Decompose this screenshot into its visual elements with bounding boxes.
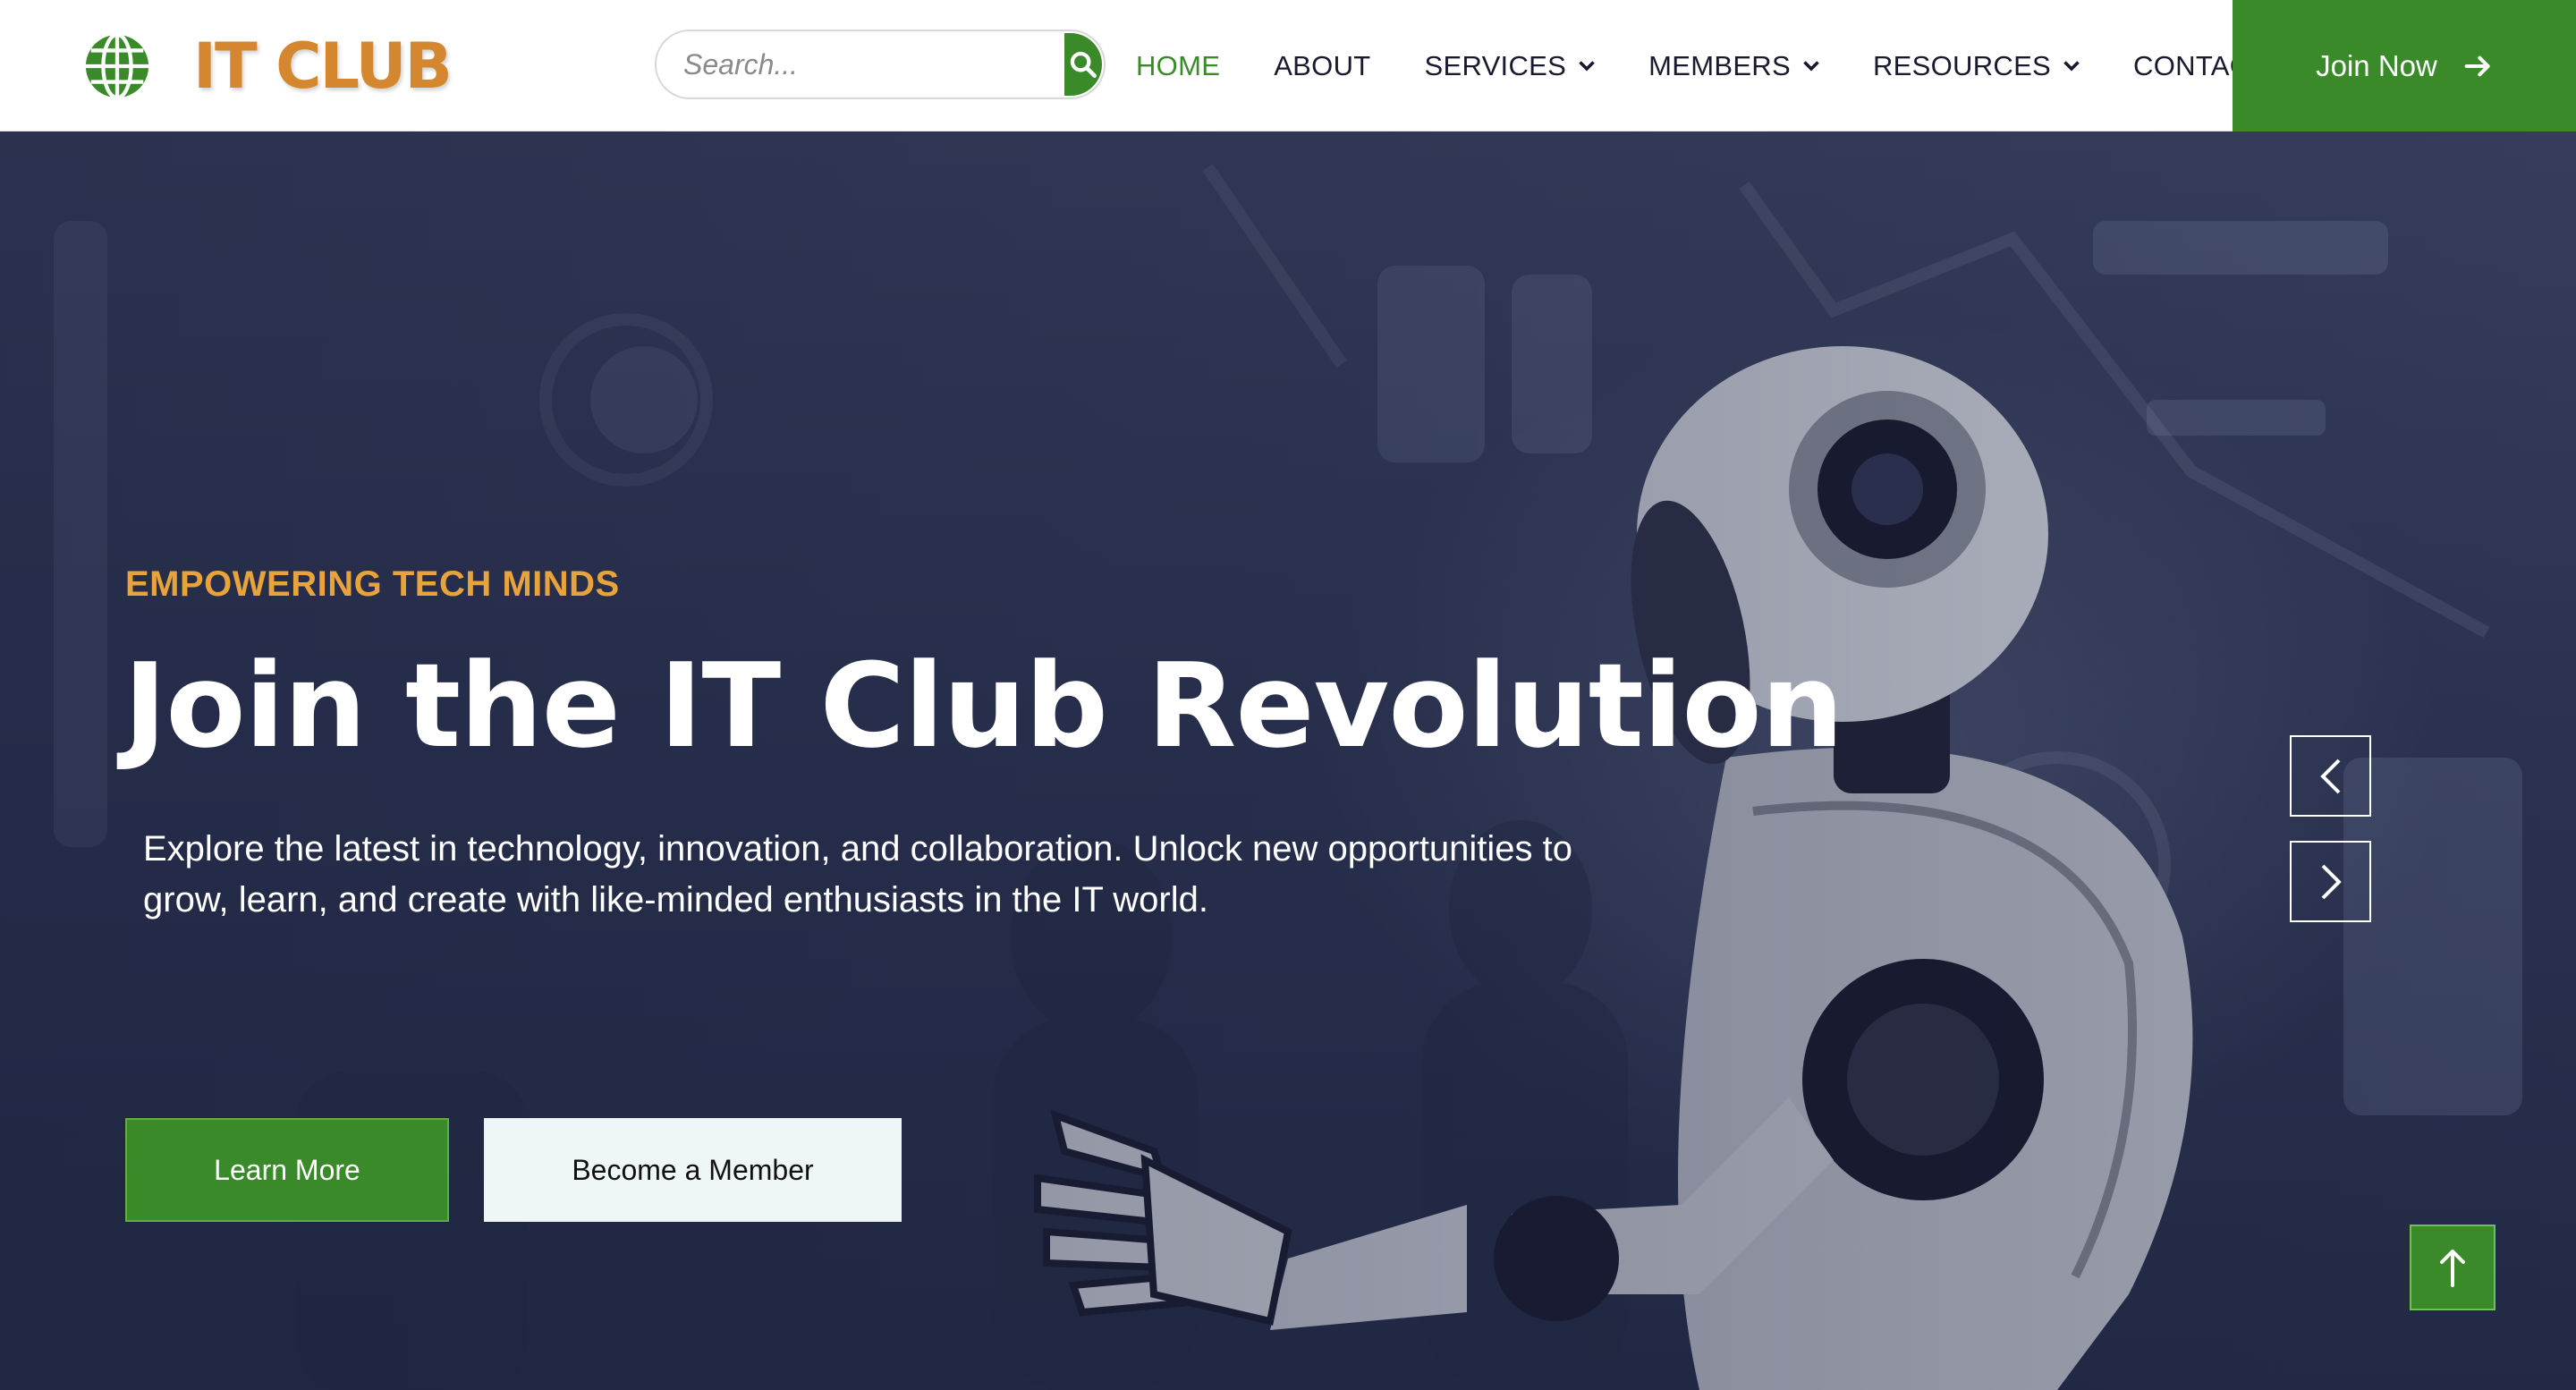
- nav-services-label: SERVICES: [1424, 49, 1567, 81]
- slider-prev-button[interactable]: [2290, 735, 2371, 817]
- hero-eyebrow: EMPOWERING TECH MINDS: [125, 564, 620, 604]
- slider-next-button[interactable]: [2290, 841, 2371, 922]
- brand[interactable]: IT CLUB: [82, 0, 453, 131]
- nav-about[interactable]: ABOUT: [1274, 50, 1370, 82]
- search-input[interactable]: [657, 31, 1064, 97]
- nav-members-label: MEMBERS: [1648, 49, 1791, 81]
- nav-resources-label: RESOURCES: [1872, 49, 2052, 81]
- nav-resources[interactable]: RESOURCES: [1873, 50, 2080, 82]
- chevron-right-icon: [2321, 864, 2342, 899]
- chevron-down-icon: [1579, 60, 1595, 72]
- hero-description: Explore the latest in technology, innova…: [143, 829, 1573, 920]
- search-button[interactable]: [1064, 33, 1102, 96]
- nav-services[interactable]: SERVICES: [1425, 50, 1596, 82]
- learn-more-label: Learn More: [214, 1153, 360, 1186]
- nav-home[interactable]: HOME: [1136, 50, 1220, 82]
- nav-home-label: HOME: [1136, 49, 1221, 81]
- search-box: [655, 30, 1106, 99]
- become-member-label: Become a Member: [572, 1153, 814, 1186]
- learn-more-button[interactable]: Learn More: [125, 1118, 449, 1222]
- main-nav: HOME ABOUT SERVICES MEMBERS RESOURCES CO…: [1136, 0, 2321, 131]
- chevron-down-icon: [1803, 60, 1819, 72]
- brand-name: IT CLUB: [193, 29, 453, 103]
- hero-section: EMPOWERING TECH MINDS Join the IT Club R…: [0, 131, 2576, 1390]
- become-member-button[interactable]: Become a Member: [484, 1118, 902, 1222]
- join-now-label: Join Now: [2316, 48, 2437, 82]
- chevron-down-icon: [2063, 60, 2080, 72]
- search-icon: [1070, 51, 1097, 79]
- globe-icon: [85, 32, 149, 99]
- arrow-up-icon: [2440, 1250, 2465, 1287]
- nav-members[interactable]: MEMBERS: [1648, 50, 1819, 82]
- back-to-top-button[interactable]: [2410, 1225, 2496, 1310]
- chevron-left-icon: [2319, 759, 2340, 793]
- nav-about-label: ABOUT: [1274, 49, 1371, 81]
- arrow-right-icon: [2464, 55, 2490, 76]
- join-now-button[interactable]: Join Now: [2233, 0, 2576, 131]
- page: IT CLUB HOME ABOUT SERVICES: [0, 0, 2576, 1390]
- hero-title: Join the IT Club Revolution: [123, 638, 1843, 774]
- site-header: IT CLUB HOME ABOUT SERVICES: [0, 0, 2576, 131]
